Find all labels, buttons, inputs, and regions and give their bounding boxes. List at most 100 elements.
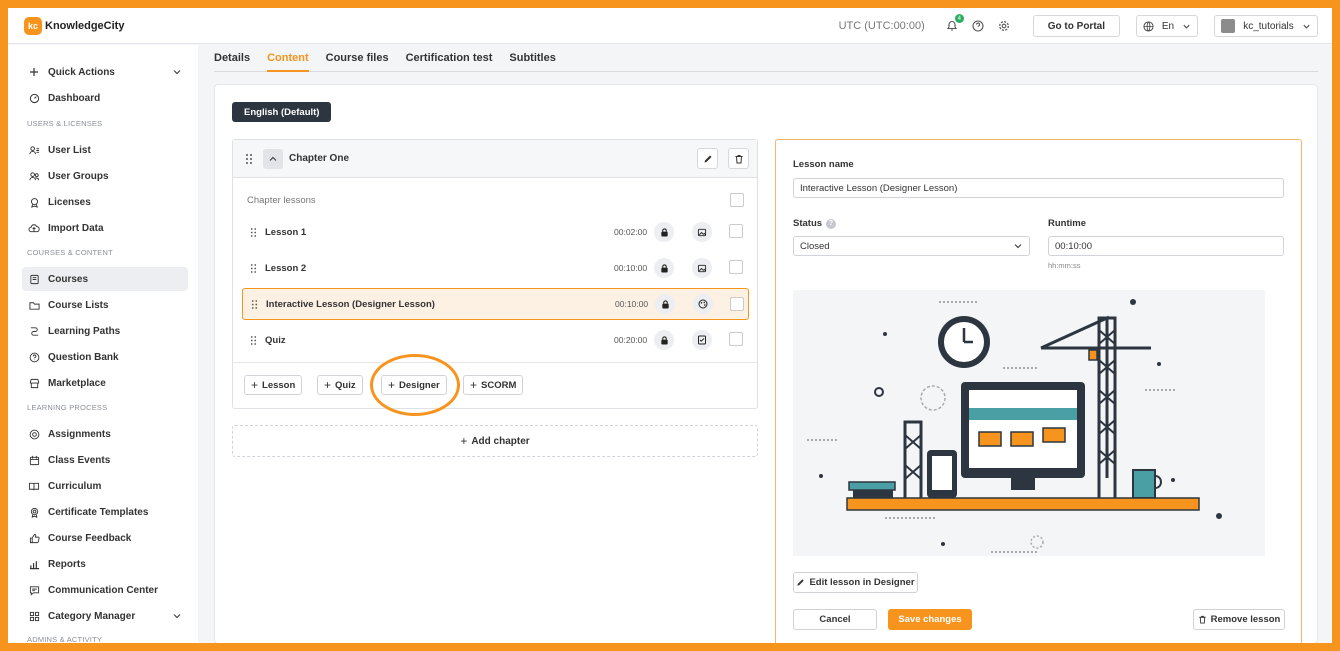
sidebar-item-communication-center[interactable]: Communication Center bbox=[22, 578, 188, 602]
lesson-checkbox[interactable] bbox=[729, 224, 743, 238]
sidebar-item-marketplace[interactable]: Marketplace bbox=[22, 371, 188, 395]
runtime-input[interactable]: 00:10:00 bbox=[1048, 236, 1284, 256]
gear-icon[interactable] bbox=[995, 17, 1013, 35]
lock-icon[interactable] bbox=[654, 330, 674, 350]
select-all-checkbox[interactable] bbox=[730, 193, 744, 207]
cloud-upload-icon bbox=[28, 222, 40, 234]
list-item-selected[interactable]: Interactive Lesson (Designer Lesson) 00:… bbox=[242, 288, 749, 320]
lock-icon[interactable] bbox=[654, 222, 674, 242]
sidebar-item-assignments[interactable]: Assignments bbox=[22, 422, 188, 446]
logo[interactable]: kc KnowledgeCity bbox=[24, 16, 125, 35]
chevron-down-icon bbox=[1303, 24, 1310, 29]
tab-certification-test[interactable]: Certification test bbox=[406, 52, 493, 72]
add-quiz-button[interactable]: + Quiz bbox=[317, 375, 363, 395]
thumbs-up-icon bbox=[28, 532, 40, 544]
username: kc_tutorials bbox=[1243, 20, 1294, 32]
sidebar-item-certificate-templates[interactable]: Certificate Templates bbox=[22, 500, 188, 524]
add-scorm-button[interactable]: + SCORM bbox=[463, 375, 524, 395]
chapter-block: Chapter One Chapter lessons Lesson 1 00:… bbox=[232, 139, 758, 416]
drag-handle-icon[interactable] bbox=[250, 263, 257, 274]
remove-lesson-button[interactable]: Remove lesson bbox=[1193, 609, 1285, 630]
drag-handle-icon[interactable] bbox=[245, 153, 253, 165]
trash-icon bbox=[735, 154, 742, 163]
save-changes-button[interactable]: Save changes bbox=[888, 609, 972, 630]
sidebar-item-course-lists[interactable]: Course Lists bbox=[22, 293, 188, 317]
tab-subtitles[interactable]: Subtitles bbox=[509, 52, 555, 72]
tab-details[interactable]: Details bbox=[214, 52, 250, 72]
lesson-checkbox[interactable] bbox=[729, 260, 743, 274]
dashboard-icon bbox=[28, 92, 40, 104]
tab-bar: Details Content Course files Certificati… bbox=[214, 52, 1318, 72]
delete-chapter-button[interactable] bbox=[728, 148, 749, 169]
lesson-time: 00:10:00 bbox=[615, 299, 649, 309]
sidebar-item-label: Reports bbox=[48, 558, 86, 570]
sidebar-item-reports[interactable]: Reports bbox=[22, 552, 188, 576]
sidebar-item-user-groups[interactable]: User Groups bbox=[22, 164, 188, 188]
lesson-checkbox[interactable] bbox=[729, 332, 743, 346]
list-item[interactable]: Lesson 2 00:10:00 bbox=[242, 252, 749, 284]
palette-icon[interactable] bbox=[693, 294, 713, 314]
chat-icon bbox=[28, 584, 40, 596]
pencil-icon bbox=[797, 579, 805, 586]
sidebar-item-question-bank[interactable]: Question Bank bbox=[22, 345, 188, 369]
add-lesson-label: Lesson bbox=[262, 379, 296, 391]
edit-chapter-button[interactable] bbox=[697, 148, 718, 169]
edit-in-designer-button[interactable]: Edit lesson in Designer bbox=[793, 572, 918, 593]
add-quiz-label: Quiz bbox=[335, 379, 356, 391]
license-icon bbox=[28, 196, 40, 208]
quiz-icon[interactable] bbox=[692, 330, 712, 350]
sidebar-item-quick-actions[interactable]: Quick Actions bbox=[22, 60, 188, 84]
sidebar-item-curriculum[interactable]: Curriculum bbox=[22, 474, 188, 498]
sidebar-item-label: Licenses bbox=[48, 196, 91, 208]
image-icon[interactable] bbox=[692, 222, 712, 242]
sidebar-item-label: Question Bank bbox=[48, 351, 119, 363]
calendar-icon bbox=[28, 454, 40, 466]
cancel-button[interactable]: Cancel bbox=[793, 609, 877, 630]
book-icon bbox=[28, 480, 40, 492]
logo-text: KnowledgeCity bbox=[45, 19, 125, 32]
sidebar-item-label: Course Feedback bbox=[48, 532, 132, 544]
add-chapter-button[interactable]: + Add chapter bbox=[232, 425, 758, 457]
sidebar-item-courses[interactable]: Courses bbox=[22, 267, 188, 291]
language-select[interactable]: En bbox=[1136, 15, 1198, 37]
info-icon[interactable]: ? bbox=[826, 218, 837, 229]
drag-handle-icon[interactable] bbox=[250, 335, 257, 346]
section-admins-activity: ADMINS & ACTIVITY bbox=[27, 635, 103, 643]
status-select[interactable]: Closed bbox=[793, 236, 1030, 256]
language-button[interactable]: English (Default) bbox=[232, 102, 332, 122]
sidebar-item-licenses[interactable]: Licenses bbox=[22, 190, 188, 214]
plus-icon bbox=[28, 66, 40, 78]
sidebar-item-label: Certificate Templates bbox=[48, 506, 149, 518]
lock-icon[interactable] bbox=[655, 294, 675, 314]
sidebar-item-dashboard[interactable]: Dashboard bbox=[22, 86, 188, 110]
drag-handle-icon[interactable] bbox=[250, 227, 257, 238]
user-menu[interactable]: kc_tutorials bbox=[1214, 15, 1318, 37]
tab-content[interactable]: Content bbox=[267, 52, 309, 72]
lesson-name-input[interactable]: Interactive Lesson (Designer Lesson) bbox=[793, 178, 1284, 198]
sidebar-item-label: Courses bbox=[48, 273, 89, 285]
timezone-label: UTC (UTC:00:00) bbox=[838, 20, 925, 32]
sidebar-item-import-data[interactable]: Import Data bbox=[22, 216, 188, 240]
collapse-chapter-button[interactable] bbox=[263, 148, 283, 169]
chapter-title: Chapter One bbox=[289, 153, 350, 164]
list-item[interactable]: Quiz 00:20:00 bbox=[242, 324, 749, 356]
tab-course-files[interactable]: Course files bbox=[326, 52, 389, 72]
sidebar-item-category-manager[interactable]: Category Manager bbox=[22, 604, 188, 628]
go-to-portal-button[interactable]: Go to Portal bbox=[1032, 15, 1120, 37]
image-icon[interactable] bbox=[692, 258, 712, 278]
logo-badge: kc bbox=[24, 16, 42, 35]
assignment-icon bbox=[28, 428, 40, 440]
lesson-name-label: Lesson name bbox=[793, 159, 854, 170]
sidebar-item-label: Curriculum bbox=[48, 480, 102, 492]
sidebar-item-user-list[interactable]: User List bbox=[22, 138, 188, 162]
drag-handle-icon[interactable] bbox=[251, 299, 258, 310]
sidebar-item-course-feedback[interactable]: Course Feedback bbox=[22, 526, 188, 550]
lesson-checkbox[interactable] bbox=[730, 297, 744, 311]
add-lesson-button[interactable]: + Lesson bbox=[244, 375, 303, 395]
lock-icon[interactable] bbox=[654, 258, 674, 278]
bell-icon[interactable]: 4 bbox=[943, 14, 964, 35]
sidebar-item-learning-paths[interactable]: Learning Paths bbox=[22, 319, 188, 343]
sidebar-item-class-events[interactable]: Class Events bbox=[22, 448, 188, 472]
list-item[interactable]: Lesson 1 00:02:00 bbox=[242, 216, 749, 248]
help-icon[interactable] bbox=[969, 17, 987, 35]
